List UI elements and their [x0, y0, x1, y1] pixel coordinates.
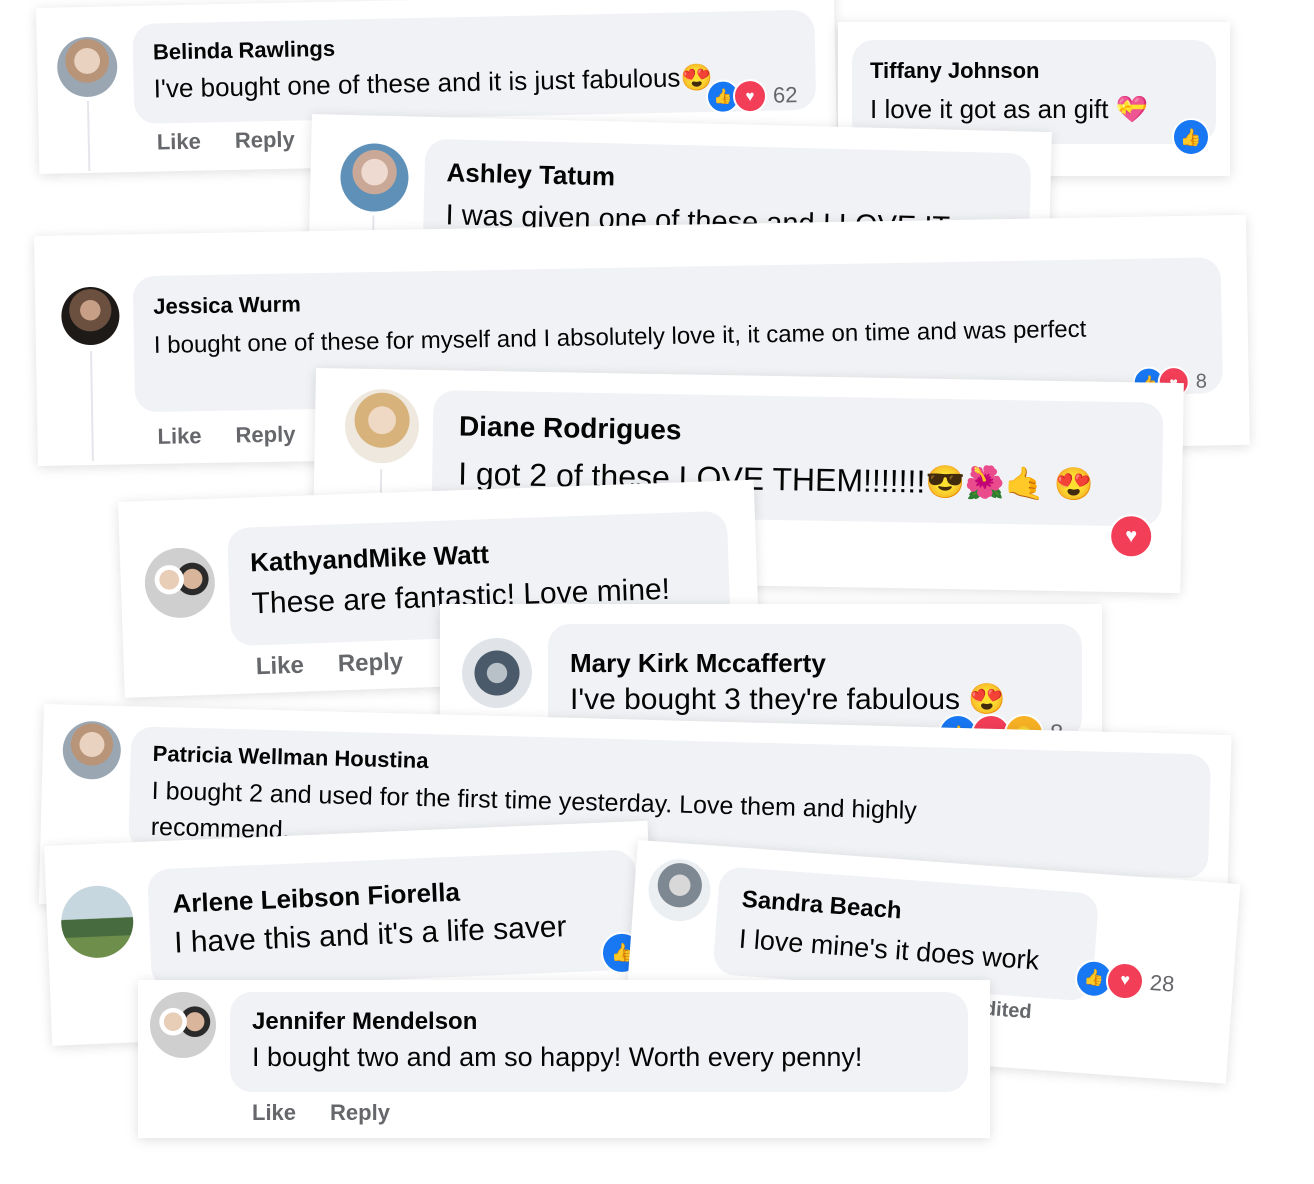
- emoji: 💝: [1115, 94, 1149, 124]
- avatar[interactable]: [646, 856, 713, 924]
- reaction-count: 28: [1149, 969, 1176, 997]
- reply-button[interactable]: Reply: [235, 127, 295, 154]
- emoji: 😎🌺🤙 😍: [924, 463, 1094, 503]
- commenter-name[interactable]: Jennifer Mendelson: [252, 1008, 477, 1036]
- avatar[interactable]: [143, 546, 217, 620]
- comment-text: I bought two and am so happy! Worth ever…: [252, 1042, 863, 1072]
- avatar[interactable]: [339, 142, 410, 213]
- avatar[interactable]: [59, 884, 135, 960]
- comment-actions: Like Reply: [252, 1100, 424, 1126]
- like-button[interactable]: Like: [157, 423, 201, 450]
- comment-text: I've bought 3 they're fabulous 😍: [570, 682, 1006, 717]
- commenter-name[interactable]: Diane Rodrigues: [459, 411, 682, 447]
- commenter-name[interactable]: Belinda Rawlings: [153, 36, 336, 66]
- comment-text-body: I've bought 3 they're fabulous: [570, 683, 961, 716]
- love-reaction-icon: ♥: [732, 78, 768, 114]
- reaction-summary[interactable]: ♥: [1108, 513, 1154, 559]
- commenter-name[interactable]: Ashley Tatum: [446, 157, 615, 192]
- comment-actions: Like Reply: [157, 126, 329, 156]
- comment-text: I love it got as an gift 💝: [870, 94, 1148, 125]
- commenter-name[interactable]: Tiffany Johnson: [870, 58, 1040, 84]
- thread-line: [90, 351, 94, 462]
- like-button[interactable]: Like: [252, 1100, 296, 1126]
- commenter-name[interactable]: Jessica Wurm: [153, 291, 301, 320]
- like-button[interactable]: Like: [255, 652, 304, 682]
- reaction-summary[interactable]: 👍: [1172, 118, 1210, 156]
- commenter-name[interactable]: Mary Kirk Mccafferty: [570, 648, 826, 679]
- emoji: 😍: [968, 683, 1006, 716]
- thread-line: [86, 100, 91, 171]
- comment-card-jennifer: Jennifer Mendelson I bought two and am s…: [138, 980, 990, 1138]
- reply-button[interactable]: Reply: [235, 421, 295, 448]
- comment-actions: Like Reply: [255, 647, 437, 681]
- like-button[interactable]: Like: [157, 129, 202, 156]
- avatar[interactable]: [462, 638, 532, 708]
- reply-button[interactable]: Reply: [330, 1100, 390, 1126]
- like-reaction-icon: 👍: [1172, 118, 1210, 156]
- reaction-count: 8: [1195, 370, 1208, 393]
- avatar[interactable]: [150, 992, 216, 1058]
- avatar[interactable]: [56, 36, 118, 98]
- love-reaction-icon: ♥: [1108, 513, 1154, 559]
- avatar[interactable]: [60, 286, 120, 346]
- reaction-count: 62: [772, 82, 798, 108]
- reaction-summary[interactable]: 👍 ♥ 62: [705, 78, 798, 114]
- love-reaction-icon: ♥: [1104, 960, 1146, 1002]
- comment-actions: Like Reply: [157, 421, 329, 450]
- reply-button[interactable]: Reply: [337, 648, 403, 678]
- reaction-summary[interactable]: 👍 ♥ 28: [1073, 958, 1176, 1003]
- avatar[interactable]: [62, 720, 122, 781]
- avatar[interactable]: [344, 388, 420, 464]
- comment-text-body: I love it got as an gift: [870, 94, 1109, 124]
